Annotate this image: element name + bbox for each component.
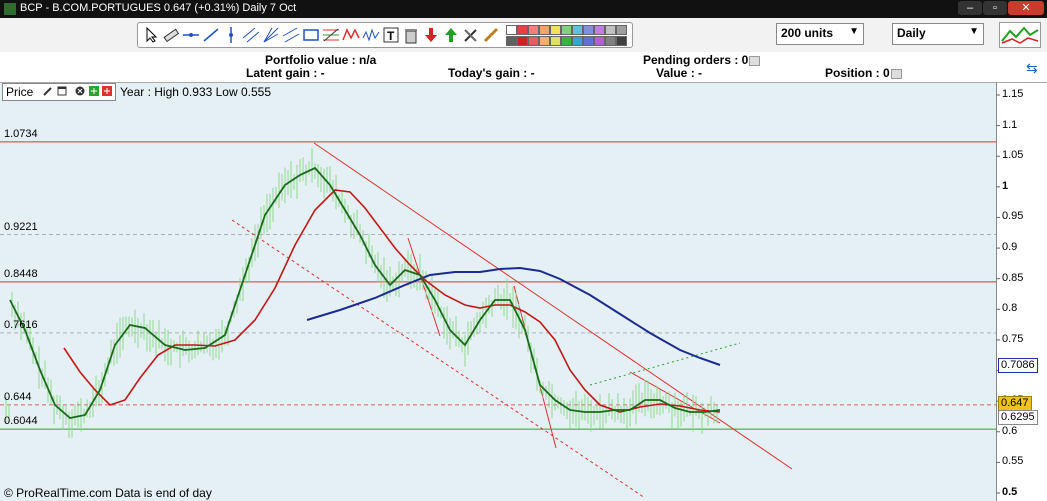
medium-moving-average bbox=[63, 189, 721, 413]
y-tick-label: 0.85 bbox=[1002, 271, 1024, 284]
y-tick-label: 0.75 bbox=[1002, 332, 1024, 345]
price-panel-header: Price bbox=[2, 83, 116, 101]
price-tag: 0.6295 bbox=[998, 409, 1038, 425]
y-tick-label: 1.15 bbox=[1002, 88, 1024, 100]
parallel-trend-line[interactable] bbox=[231, 219, 646, 499]
downtrend-line[interactable] bbox=[313, 142, 793, 470]
add-study-icon[interactable] bbox=[102, 86, 112, 96]
close-panel-icon[interactable] bbox=[75, 86, 85, 96]
y-tick-label: 0.9 bbox=[1002, 241, 1018, 254]
window-icon[interactable] bbox=[57, 86, 67, 96]
horizontal-line-label: 0.6044 bbox=[4, 415, 38, 428]
y-tick-label: 1 bbox=[1002, 179, 1009, 192]
drawings bbox=[231, 142, 793, 499]
y-tick-label: 0.95 bbox=[1002, 210, 1024, 223]
horizontal-line-label: 0.7616 bbox=[4, 318, 38, 331]
y-tick-label: 0.5 bbox=[1002, 486, 1018, 498]
y-tick-label: 1.1 bbox=[1002, 118, 1018, 131]
horizontal-line-label: 0.644 bbox=[4, 390, 32, 403]
price-tag: 0.7086 bbox=[998, 358, 1038, 374]
y-tick-label: 0.55 bbox=[1002, 455, 1024, 468]
price-bars bbox=[5, 148, 718, 438]
wrench-icon[interactable] bbox=[43, 86, 53, 96]
fast-moving-average bbox=[9, 166, 721, 419]
horizontal-line-label: 1.0734 bbox=[4, 127, 38, 140]
add-indicator-icon[interactable] bbox=[89, 86, 99, 96]
year-range-info: Year : High 0.933 Low 0.555 bbox=[120, 85, 272, 99]
price-panel-label: Price bbox=[6, 85, 34, 99]
horizontal-line-label: 0.8448 bbox=[4, 267, 38, 280]
y-tick-label: 1.05 bbox=[1002, 149, 1024, 162]
price-chart bbox=[0, 94, 1000, 499]
horizontal-line-label: 0.9221 bbox=[4, 220, 38, 233]
y-tick-label: 0.8 bbox=[1002, 302, 1018, 315]
footer-credit: © ProRealTime.com Data is end of day bbox=[4, 486, 212, 500]
y-tick-label: 0.6 bbox=[1002, 424, 1018, 437]
